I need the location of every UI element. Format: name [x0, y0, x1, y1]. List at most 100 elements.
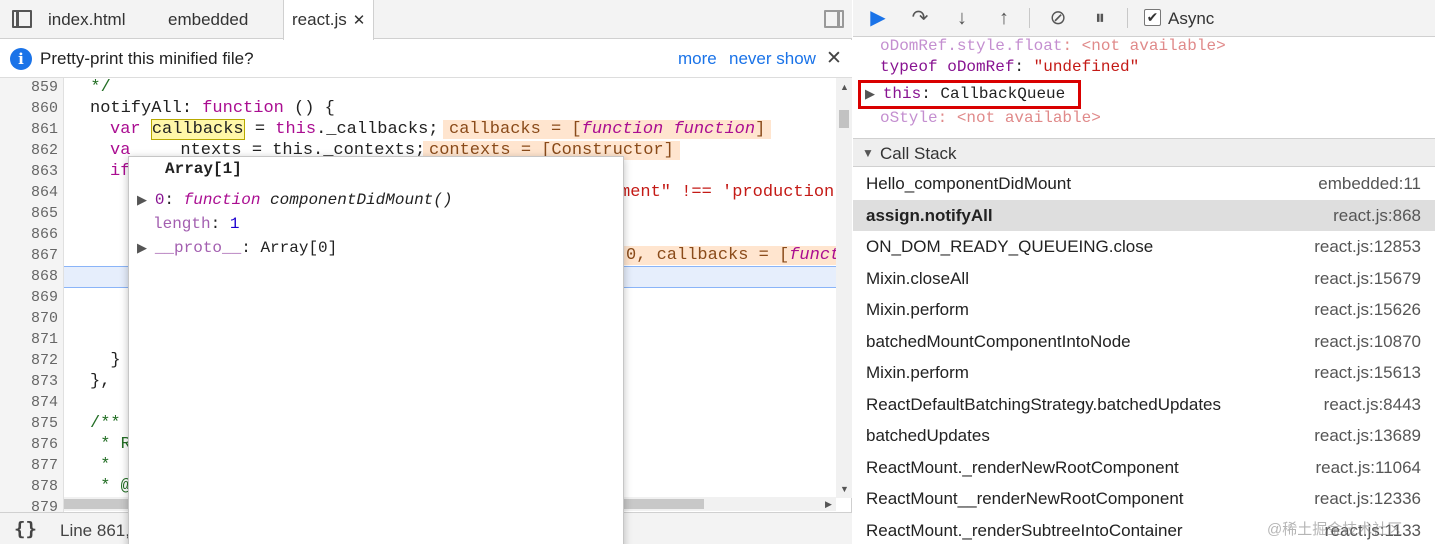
line-number[interactable]: 878 [0, 478, 58, 495]
call-frame-location[interactable]: react.js:11064 [1315, 458, 1421, 478]
step-over-icon[interactable]: ↷ [907, 6, 933, 30]
line-number[interactable]: 867 [0, 247, 58, 264]
code-line-860: notifyAll: function () { [90, 99, 335, 118]
call-frame-name: Mixin.perform [866, 363, 969, 382]
scroll-right-icon[interactable]: ▶ [825, 499, 832, 510]
line-number[interactable]: 860 [0, 100, 58, 117]
call-frame-name: ReactMount._renderNewRootComponent [866, 457, 1179, 477]
variable-popover: Array[1] ▶ 0: function componentDidMount… [128, 156, 624, 544]
call-frame[interactable]: batchedMountComponentIntoNode react.js:10… [853, 326, 1435, 357]
close-tab-icon[interactable]: ✕ [353, 12, 366, 29]
call-frame-name: Mixin.closeAll [866, 268, 969, 288]
call-frame-location[interactable]: react.js:868 [1333, 206, 1421, 226]
call-frame-location[interactable]: react.js:15613 [1314, 363, 1421, 383]
hovered-variable[interactable]: callbacks [150, 119, 245, 140]
call-frame-name: batchedMountComponentIntoNode [866, 331, 1131, 351]
call-frame-location[interactable]: react.js:13689 [1314, 426, 1421, 446]
code-line-876: * R [90, 435, 131, 454]
async-label: Async [1168, 9, 1215, 28]
step-into-icon[interactable]: ↓ [949, 6, 975, 30]
call-frame-name: ReactMount__renderNewRootComponent [866, 489, 1184, 508]
info-icon: i [10, 48, 32, 70]
call-stack-header[interactable]: ▼ Call Stack [853, 138, 1435, 167]
call-frame[interactable]: assign.notifyAll react.js:868 [853, 199, 1435, 231]
tab-label: index.html [48, 10, 126, 29]
debugger-sidebar: ▶ ↷ ↓ ↑ ⊘ ⏸ ✔ Async oDomRef.style.float:… [853, 0, 1435, 544]
scroll-down-icon[interactable]: ▼ [840, 484, 849, 494]
line-number[interactable]: 879 [0, 499, 58, 512]
deactivate-breakpoints-icon[interactable]: ⊘ [1045, 6, 1071, 30]
pretty-print-infobar: i Pretty-print this minified file? more … [0, 40, 852, 78]
call-frame-name: Mixin.perform [866, 300, 969, 319]
line-number[interactable]: 865 [0, 205, 58, 222]
line-number[interactable]: 874 [0, 394, 58, 411]
close-infobar-icon[interactable]: ✕ [826, 47, 842, 70]
never-show-link[interactable]: never show [729, 49, 816, 69]
pretty-print-icon[interactable]: {} [14, 518, 37, 540]
resume-icon[interactable]: ▶ [865, 6, 891, 30]
more-link[interactable]: more [678, 49, 717, 69]
call-frame-name: Hello_componentDidMount [866, 174, 1072, 193]
line-number[interactable]: 869 [0, 289, 58, 306]
code-line-872: } [90, 351, 121, 370]
expand-triangle-icon[interactable]: ▶ [137, 241, 155, 256]
line-number[interactable]: 862 [0, 142, 58, 159]
collapse-triangle-icon[interactable]: ▼ [862, 146, 874, 160]
vertical-scrollbar[interactable] [836, 78, 852, 498]
toolbar-separator [1127, 8, 1128, 28]
line-number[interactable]: 866 [0, 226, 58, 243]
call-frame[interactable]: batchedUpdates react.js:13689 [853, 420, 1435, 451]
scope-row-float: oDomRef.style.float: <not available> [880, 37, 1226, 55]
scope-row-typeof: typeof oDomRef: "undefined" [880, 58, 1140, 76]
call-frame[interactable]: ReactMount._renderNewRootComponent react.… [853, 452, 1435, 483]
toggle-debugger-icon[interactable] [824, 10, 844, 28]
call-frame[interactable]: Mixin.perform react.js:15613 [853, 357, 1435, 388]
tab-embedded[interactable]: embedded [168, 0, 248, 39]
call-frame-location[interactable]: react.js:12336 [1314, 489, 1421, 509]
vertical-scroll-thumb[interactable] [839, 110, 849, 128]
call-frame[interactable]: Mixin.perform react.js:15626 [853, 294, 1435, 325]
expand-triangle-icon[interactable]: ▶ [137, 193, 155, 208]
call-frame-location[interactable]: react.js:10870 [1314, 332, 1421, 352]
call-frame-location[interactable]: react.js:12853 [1314, 237, 1421, 257]
infobar-message: Pretty-print this minified file? [40, 49, 254, 68]
scroll-up-icon[interactable]: ▲ [840, 82, 849, 92]
async-checkbox[interactable]: ✔ [1144, 9, 1161, 26]
call-frame-location[interactable]: react.js:15679 [1314, 269, 1421, 289]
popover-row-0[interactable]: ▶ 0: function componentDidMount() [137, 191, 452, 209]
tab-react-js[interactable]: react.js ✕ [283, 0, 375, 40]
call-frame[interactable]: Mixin.closeAll react.js:15679 [853, 263, 1435, 294]
call-frame-location[interactable]: react.js:15626 [1314, 300, 1421, 320]
popover-row-length: length: 1 [153, 215, 240, 233]
call-frame[interactable]: ReactDefaultBatchingStrategy.batchedUpda… [853, 389, 1435, 420]
line-number[interactable]: 863 [0, 163, 58, 180]
line-number[interactable]: 872 [0, 352, 58, 369]
tab-index-html[interactable]: index.html [48, 0, 125, 39]
line-number[interactable]: 861 [0, 121, 58, 138]
call-frame[interactable]: Hello_componentDidMount embedded:11 [853, 168, 1435, 199]
call-frame-name: batchedUpdates [866, 426, 990, 445]
line-number[interactable]: 875 [0, 415, 58, 432]
tab-label: react.js [292, 10, 347, 29]
call-frame-name: ReactDefaultBatchingStrategy.batchedUpda… [866, 394, 1222, 414]
line-number[interactable]: 859 [0, 79, 58, 96]
step-out-icon[interactable]: ↑ [991, 6, 1017, 30]
toggle-navigator-icon[interactable] [12, 10, 32, 28]
line-number[interactable]: 876 [0, 436, 58, 453]
cursor-position: Line 861, [60, 521, 130, 540]
call-frame[interactable]: ON_DOM_READY_QUEUEING.close react.js:1285… [853, 231, 1435, 262]
line-number[interactable]: 871 [0, 331, 58, 348]
pause-on-exceptions-icon[interactable]: ⏸ [1087, 6, 1113, 30]
popover-row-proto[interactable]: ▶ __proto__: Array[0] [137, 239, 337, 257]
call-frame[interactable]: ReactMount__renderNewRootComponent react.… [853, 483, 1435, 514]
call-frame-location[interactable]: react.js:8443 [1324, 395, 1421, 415]
line-number[interactable]: 868 [0, 268, 58, 285]
tab-label: embedded [168, 10, 249, 29]
call-frame-name: ReactMount._renderSubtreeIntoContainer [866, 520, 1183, 540]
line-number[interactable]: 877 [0, 457, 58, 474]
code-line-864: ment" !== 'production [620, 183, 835, 202]
line-number[interactable]: 870 [0, 310, 58, 327]
line-number[interactable]: 864 [0, 184, 58, 201]
call-frame-location[interactable]: embedded:11 [1318, 174, 1421, 194]
line-number[interactable]: 873 [0, 373, 58, 390]
